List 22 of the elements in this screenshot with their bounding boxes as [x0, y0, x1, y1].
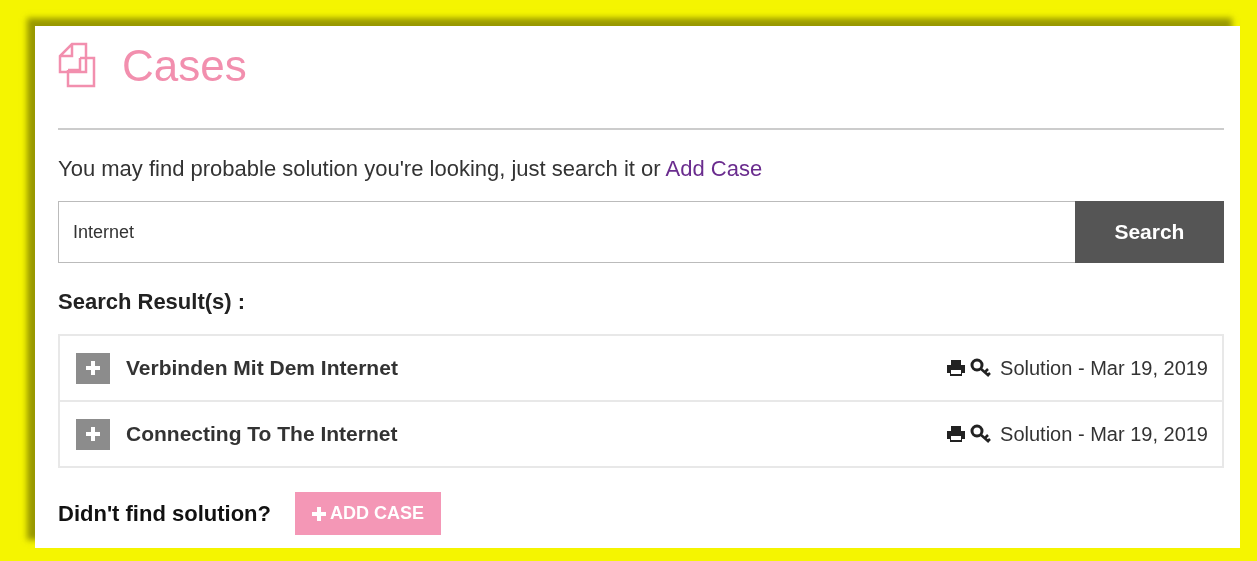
- intro-text: You may find probable solution you're looking, just search it or Add Case: [58, 155, 764, 183]
- solution-date: Solution - Mar 19, 2019: [1000, 356, 1208, 381]
- result-row[interactable]: Verbinden Mit Dem Internet Solution - Mar 19, 2019: [58, 334, 1224, 402]
- expand-button[interactable]: [76, 418, 110, 450]
- search-button[interactable]: Search: [1074, 201, 1224, 263]
- result-title[interactable]: Verbinden Mit Dem Internet: [126, 352, 398, 384]
- solution-date: Solution - Mar 19, 2019: [1000, 422, 1208, 447]
- result-title[interactable]: Connecting To The Internet: [126, 418, 398, 450]
- add-case-link[interactable]: Add Case: [665, 156, 763, 181]
- results-heading: Search Result(s) :: [58, 288, 247, 316]
- key-icon[interactable]: [970, 358, 993, 378]
- result-row[interactable]: Connecting To The Internet Solution - Mar 19, 2019: [58, 400, 1224, 468]
- prompt-text: Didn't find solution?: [58, 500, 271, 528]
- print-icon[interactable]: [946, 359, 967, 377]
- search-field[interactable]: Internet: [58, 201, 1075, 263]
- plus-icon: [85, 426, 101, 442]
- plus-icon: [311, 506, 326, 521]
- key-icon[interactable]: [970, 424, 993, 444]
- print-icon[interactable]: [946, 425, 967, 443]
- page-title: Cases: [122, 40, 247, 92]
- expand-button[interactable]: [76, 352, 110, 384]
- plus-icon: [85, 360, 101, 376]
